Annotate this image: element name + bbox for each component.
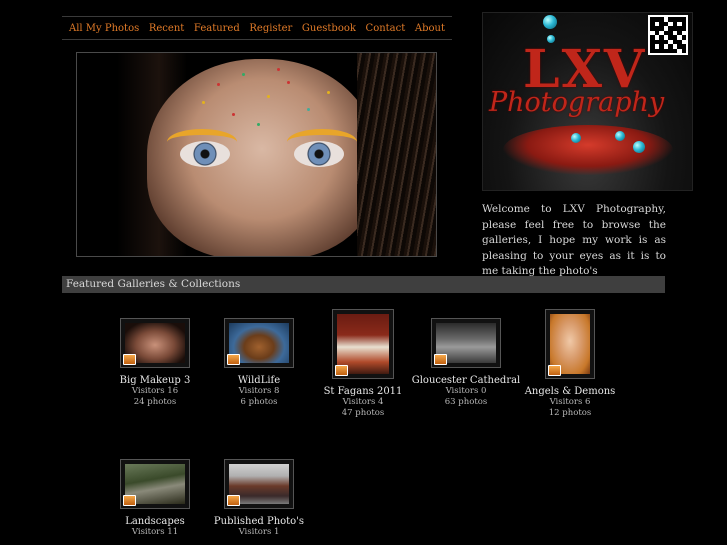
gallery-card[interactable]: Big Makeup 3 Visitors 16 24 photos <box>100 318 210 408</box>
gallery-card[interactable]: St Fagans 2011 Visitors 4 47 photos <box>308 309 418 419</box>
gallery-name[interactable]: Angels & Demons <box>515 386 625 397</box>
hero-eye-right <box>294 141 344 167</box>
paint-speck <box>307 108 310 111</box>
paint-speck <box>217 83 220 86</box>
gallery-photo-count: 24 photos <box>133 397 177 407</box>
paint-speck <box>277 68 280 71</box>
logo-water-drop <box>543 15 557 29</box>
gallery-name[interactable]: WildLife <box>204 375 314 386</box>
gallery-thumbnail[interactable] <box>545 309 595 379</box>
nav-featured[interactable]: Featured <box>194 23 240 34</box>
paint-speck <box>327 91 330 94</box>
gallery-name[interactable]: Published Photo's <box>204 516 314 527</box>
welcome-text: Welcome to LXV Photography, please feel … <box>482 203 666 277</box>
gallery-card[interactable]: Landscapes Visitors 11 <box>100 459 210 538</box>
paint-speck <box>202 101 205 104</box>
qr-code-icon <box>648 15 688 55</box>
logo-water-drop <box>633 141 645 153</box>
gallery-thumbnail[interactable] <box>120 459 190 509</box>
gallery-card[interactable]: Angels & Demons Visitors 6 12 photos <box>515 309 625 419</box>
gallery-icon <box>227 354 240 365</box>
gallery-visitors: Visitors 1 <box>238 527 280 537</box>
paint-speck <box>267 95 270 98</box>
paint-speck <box>257 123 260 126</box>
gallery-card[interactable]: Gloucester Cathedral Visitors 0 63 photo… <box>411 318 521 408</box>
gallery-thumbnail[interactable] <box>224 318 294 368</box>
featured-section-heading: Featured Galleries & Collections <box>62 276 665 293</box>
gallery-icon <box>123 354 136 365</box>
gallery-name[interactable]: Landscapes <box>100 516 210 527</box>
gallery-photo-count: 63 photos <box>444 397 488 407</box>
nav-register[interactable]: Register <box>249 23 292 34</box>
nav-recent[interactable]: Recent <box>149 23 184 34</box>
site-logo[interactable]: LXV Photography <box>482 12 693 191</box>
hero-photo[interactable] <box>76 52 437 257</box>
gallery-name[interactable]: Gloucester Cathedral <box>411 375 521 386</box>
gallery-icon <box>335 365 348 376</box>
gallery-photo-count: 12 photos <box>548 408 592 418</box>
logo-photography-text: Photography <box>489 87 665 118</box>
gallery-photo-count: 6 photos <box>240 397 278 407</box>
nav-all-my-photos[interactable]: All My Photos <box>69 23 139 34</box>
logo-splash <box>503 125 673 175</box>
gallery-thumbnail[interactable] <box>224 459 294 509</box>
gallery-name[interactable]: St Fagans 2011 <box>308 386 418 397</box>
hero-eye-left <box>180 141 230 167</box>
hero-hair-right <box>357 53 436 256</box>
gallery-visitors: Visitors 16 <box>131 386 179 396</box>
gallery-photo-count: 47 photos <box>341 408 385 418</box>
gallery-visitors: Visitors 6 <box>549 397 591 407</box>
nav-guestbook[interactable]: Guestbook <box>302 23 356 34</box>
paint-speck <box>232 113 235 116</box>
paint-speck <box>287 81 290 84</box>
gallery-thumbnail[interactable] <box>332 309 394 379</box>
top-navigation: All My Photos Recent Featured Register G… <box>62 16 452 40</box>
nav-about[interactable]: About <box>415 23 445 34</box>
gallery-icon <box>434 354 447 365</box>
logo-water-drop <box>615 131 625 141</box>
gallery-visitors: Visitors 4 <box>342 397 384 407</box>
gallery-thumbnail[interactable] <box>431 318 501 368</box>
gallery-icon <box>123 495 136 506</box>
gallery-thumbnail[interactable] <box>120 318 190 368</box>
gallery-name[interactable]: Big Makeup 3 <box>100 375 210 386</box>
gallery-icon <box>227 495 240 506</box>
paint-speck <box>242 73 245 76</box>
nav-contact[interactable]: Contact <box>366 23 406 34</box>
gallery-visitors: Visitors 8 <box>238 386 280 396</box>
gallery-visitors: Visitors 11 <box>131 527 179 537</box>
gallery-card[interactable]: WildLife Visitors 8 6 photos <box>204 318 314 408</box>
gallery-card[interactable]: Published Photo's Visitors 1 <box>204 459 314 538</box>
logo-water-drop <box>571 133 581 143</box>
gallery-visitors: Visitors 0 <box>445 386 487 396</box>
gallery-icon <box>548 365 561 376</box>
